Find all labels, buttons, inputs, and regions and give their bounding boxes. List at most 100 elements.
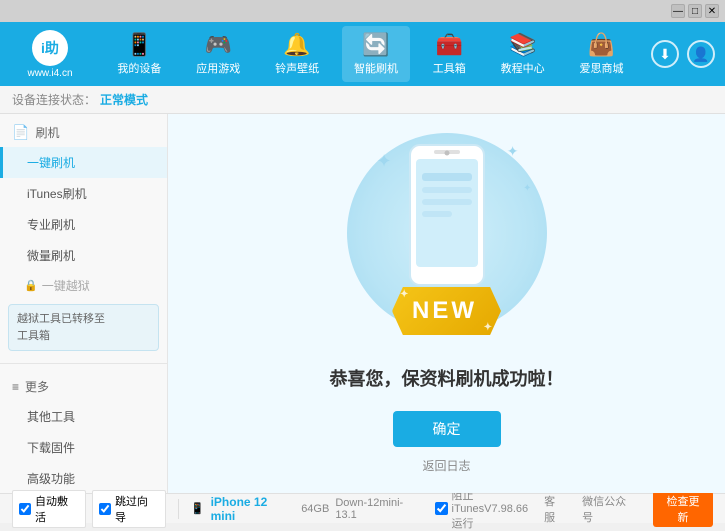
download-btn[interactable]: ⬇: [651, 40, 679, 68]
more-section-header: ≡ 更多: [0, 372, 167, 401]
user-btn[interactable]: 👤: [687, 40, 715, 68]
sidebar: 📄 刷机 一键刷机 iTunes刷机 专业刷机 微量刷机 🔒 一键越狱 越狱工具…: [0, 114, 168, 493]
version-text: V7.98.66: [484, 503, 528, 515]
itunes-flash-label: iTunes刷机: [27, 187, 87, 201]
jailbreak-note: 越狱工具已转移至工具箱: [8, 304, 159, 351]
bottom-bar: 自动敷活 跳过向导 📱 iPhone 12 mini 64GB Down-12m…: [0, 493, 725, 523]
nav-items: 📱 我的设备 🎮 应用游戏 🔔 铃声壁纸 🔄 智能刷机 🧰 工具箱 📚 教程中心…: [100, 26, 641, 82]
nav-right-btns: ⬇ 👤: [651, 40, 715, 68]
new-badge-wrapper: NEW ✦ ✦: [392, 287, 501, 335]
toolbox-icon: 🧰: [436, 32, 463, 58]
confirm-button[interactable]: 确定: [393, 411, 501, 447]
device-version: Down-12mini-13.1: [335, 497, 424, 521]
toolbox-label: 工具箱: [433, 60, 466, 76]
tmall-icon: 👜: [588, 32, 615, 58]
tmall-label: 爱思商城: [579, 60, 623, 76]
itunes-label[interactable]: 阻止iTunes运行: [452, 487, 485, 531]
advanced-label: 高级功能: [27, 472, 75, 486]
nav-ringtone[interactable]: 🔔 铃声壁纸: [263, 26, 331, 82]
flash-section-header: 📄 刷机: [0, 118, 167, 147]
title-bar: — □ ✕: [0, 0, 725, 22]
separator: [178, 499, 179, 519]
sidebar-item-download-firmware[interactable]: 下载固件: [0, 432, 167, 463]
skip-wizard-group: 跳过向导: [92, 490, 166, 528]
sparkle-1: ✦: [377, 151, 392, 172]
content-area: ✦ ✦ ✦: [168, 114, 725, 493]
auto-upgrade-label: 自动敷活: [35, 493, 79, 525]
status-label: 设备连接状态：: [12, 91, 96, 108]
my-device-label: 我的设备: [117, 60, 161, 76]
status-bar: 设备连接状态： 正常模式: [0, 86, 725, 114]
ringtone-icon: 🔔: [283, 32, 310, 58]
sidebar-item-pro-flash[interactable]: 专业刷机: [0, 209, 167, 240]
more-section: ≡ 更多 其他工具 下载固件 高级功能: [0, 368, 167, 493]
device-capacity: 64GB: [301, 503, 329, 515]
wipe-flash-label: 微量刷机: [27, 249, 75, 263]
new-badge-text: NEW: [412, 297, 477, 324]
phone-illustration: ✦ ✦ ✦: [347, 133, 547, 353]
close-btn[interactable]: ✕: [705, 4, 719, 18]
auto-upgrade-checkbox[interactable]: [19, 503, 31, 515]
check-update-btn[interactable]: 检查更新: [653, 491, 713, 527]
apps-icon: 🎮: [205, 32, 232, 58]
celebration-container: ✦ ✦ ✦: [330, 133, 564, 474]
pro-flash-label: 专业刷机: [27, 218, 75, 232]
flash-section-label: 刷机: [35, 124, 59, 141]
ringtone-label: 铃声壁纸: [275, 60, 319, 76]
sidebar-item-other-tools[interactable]: 其他工具: [0, 401, 167, 432]
jailbreak-label: 一键越狱: [42, 277, 90, 294]
smart-shop-label: 智能刷机: [354, 60, 398, 76]
logo-area: i助 www.i4.cn: [10, 30, 90, 79]
nav-my-device[interactable]: 📱 我的设备: [105, 26, 173, 82]
itunes-checkbox[interactable]: [435, 502, 448, 515]
skip-wizard-checkbox[interactable]: [99, 503, 111, 515]
smart-shop-icon: 🔄: [362, 32, 389, 58]
bottom-left: 自动敷活 跳过向导 📱 iPhone 12 mini 64GB Down-12m…: [12, 490, 425, 528]
main-layout: 📄 刷机 一键刷机 iTunes刷机 专业刷机 微量刷机 🔒 一键越狱 越狱工具…: [0, 114, 725, 493]
sparkle-3: ✦: [523, 183, 531, 194]
new-badge: NEW ✦ ✦: [392, 287, 501, 335]
itunes-area: 阻止iTunes运行: [425, 487, 485, 531]
device-name: iPhone 12 mini: [211, 495, 296, 523]
status-value: 正常模式: [100, 91, 148, 108]
lock-icon: 🔒: [24, 279, 38, 292]
back-link[interactable]: 返回日志: [422, 457, 470, 474]
flash-section-icon: 📄: [12, 124, 29, 141]
sidebar-item-wipe-flash[interactable]: 微量刷机: [0, 240, 167, 271]
sidebar-item-one-click-flash[interactable]: 一键刷机: [0, 147, 167, 178]
logo-url: www.i4.cn: [27, 68, 72, 79]
skip-wizard-label: 跳过向导: [115, 493, 159, 525]
badge-star-right: ✦: [484, 322, 495, 333]
other-tools-label: 其他工具: [27, 410, 75, 424]
more-section-icon: ≡: [12, 380, 19, 394]
my-device-icon: 📱: [126, 32, 153, 58]
minimize-btn[interactable]: —: [671, 4, 685, 18]
badge-star-left: ✦: [400, 289, 411, 300]
phone-svg: [402, 143, 492, 308]
sidebar-item-advanced[interactable]: 高级功能: [0, 463, 167, 493]
success-text: 恭喜您，保资料刷机成功啦！: [330, 365, 564, 391]
sidebar-item-itunes-flash[interactable]: iTunes刷机: [0, 178, 167, 209]
flash-section: 📄 刷机 一键刷机 iTunes刷机 专业刷机 微量刷机 🔒 一键越狱 越狱工具…: [0, 114, 167, 359]
one-click-flash-label: 一键刷机: [27, 156, 75, 170]
tutorial-label: 教程中心: [501, 60, 545, 76]
tutorial-icon: 📚: [509, 32, 536, 58]
nav-apps-games[interactable]: 🎮 应用游戏: [184, 26, 252, 82]
sparkle-2: ✦: [507, 143, 519, 160]
nav-smart-shop[interactable]: 🔄 智能刷机: [342, 26, 410, 82]
nav-tutorial[interactable]: 📚 教程中心: [489, 26, 557, 82]
auto-upgrade-group: 自动敷活: [12, 490, 86, 528]
maximize-btn[interactable]: □: [688, 4, 702, 18]
sidebar-divider: [0, 363, 167, 364]
nav-tmall[interactable]: 👜 爱思商城: [567, 26, 635, 82]
nav-toolbox[interactable]: 🧰 工具箱: [421, 26, 478, 82]
top-nav: i助 www.i4.cn 📱 我的设备 🎮 应用游戏 🔔 铃声壁纸 🔄 智能刷机…: [0, 22, 725, 86]
device-phone-icon: 📱: [191, 502, 205, 515]
wechat-public-link[interactable]: 微信公众号: [582, 493, 637, 525]
download-firmware-label: 下载固件: [27, 441, 75, 455]
customer-service-link[interactable]: 客服: [544, 493, 566, 525]
more-section-label: 更多: [25, 378, 49, 395]
device-info: 📱 iPhone 12 mini 64GB Down-12mini-13.1: [191, 495, 425, 523]
apps-label: 应用游戏: [196, 60, 240, 76]
jailbreak-note-text: 越狱工具已转移至工具箱: [17, 313, 105, 342]
